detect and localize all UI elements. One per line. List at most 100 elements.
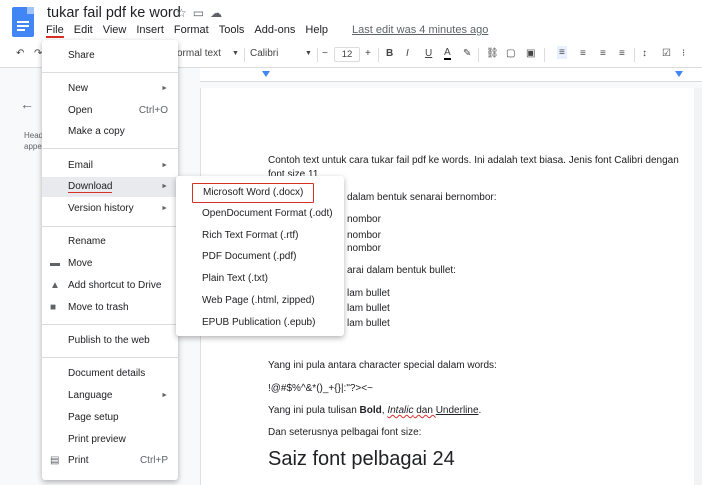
align-left-icon[interactable]: ≡ <box>557 46 567 59</box>
download-html[interactable]: Web Page (.html, zipped) <box>176 291 344 311</box>
menu-item-move[interactable]: ▬ Move <box>42 254 178 274</box>
menu-file[interactable]: File <box>46 24 64 38</box>
align-center-icon[interactable]: ≡ <box>580 48 586 59</box>
download-submenu: Microsoft Word (.docx) OpenDocument Form… <box>176 176 344 336</box>
last-edit-link[interactable]: Last edit was 4 minutes ago <box>352 24 488 38</box>
font-size-input[interactable]: 12 <box>334 47 360 62</box>
trash-icon: ■ <box>50 302 57 313</box>
submenu-arrow-icon: ► <box>161 392 168 399</box>
menu-item-publish[interactable]: Publish to the web <box>42 331 178 351</box>
checklist-icon[interactable]: ☑ <box>662 48 671 59</box>
toolbar-divider <box>544 48 545 62</box>
line-spacing-icon[interactable]: ↕ <box>642 48 647 59</box>
menu-divider <box>42 72 178 73</box>
left-indent-marker[interactable] <box>262 71 270 77</box>
menu-item-version-history[interactable]: Version history ► <box>42 199 178 219</box>
bold-text: Bold <box>359 405 382 416</box>
toolbar-divider <box>317 48 318 62</box>
horizontal-ruler[interactable] <box>200 68 702 82</box>
italic-button[interactable]: I <box>406 48 409 59</box>
undo-icon[interactable]: ↶ <box>16 48 24 59</box>
toolbar-divider <box>378 48 379 62</box>
outline-hint: Head appe <box>24 131 44 151</box>
star-icon[interactable]: ☆ <box>176 6 187 20</box>
numbered-item: nombor <box>347 214 381 225</box>
menu-insert[interactable]: Insert <box>136 24 164 38</box>
download-rtf[interactable]: Rich Text Format (.rtf) <box>176 226 344 246</box>
menu-item-language[interactable]: Language ► <box>42 386 178 406</box>
align-justify-icon[interactable]: ≡ <box>619 48 625 59</box>
image-icon[interactable]: ▣ <box>526 48 535 59</box>
download-pdf[interactable]: PDF Document (.pdf) <box>176 247 344 267</box>
menu-item-open[interactable]: Open Ctrl+O <box>42 101 178 121</box>
chevron-down-icon: ▼ <box>305 50 312 57</box>
menu-item-print-preview[interactable]: Print preview <box>42 430 178 450</box>
chevron-down-icon: ▼ <box>232 50 239 57</box>
menu-item-add-shortcut[interactable]: ▲ Add shortcut to Drive <box>42 276 178 296</box>
submenu-arrow-icon: ► <box>161 205 168 212</box>
download-epub[interactable]: EPUB Publication (.epub) <box>176 313 344 333</box>
link-icon[interactable]: ⛓ <box>486 48 499 59</box>
underline-button[interactable]: U <box>425 48 432 59</box>
menu-addons[interactable]: Add-ons <box>254 24 295 38</box>
folder-icon: ▬ <box>50 258 60 269</box>
menu-view[interactable]: View <box>103 24 127 38</box>
comment-icon[interactable]: ▢ <box>506 48 515 59</box>
move-folder-icon[interactable]: ▭ <box>193 6 204 20</box>
menu-format[interactable]: Format <box>174 24 209 38</box>
menu-tools[interactable]: Tools <box>219 24 245 38</box>
menu-item-email[interactable]: Email ► <box>42 156 178 176</box>
download-txt[interactable]: Plain Text (.txt) <box>176 269 344 289</box>
menu-bar: File Edit View Insert Format Tools Add-o… <box>46 24 488 38</box>
menu-item-share[interactable]: Share <box>42 46 178 66</box>
font-size-increase-button[interactable]: + <box>365 48 371 59</box>
special-characters: !@#$%^&*()_+{}|:"?><~ <box>268 383 373 394</box>
doc-paragraph: Contoh text untuk cara tukar fail pdf ke… <box>268 155 679 166</box>
bullet-item: lam bullet <box>347 288 390 299</box>
menu-item-new[interactable]: New ► <box>42 79 178 99</box>
italic-text: Intalic <box>387 405 414 416</box>
bold-button[interactable]: B <box>386 48 393 59</box>
menu-divider <box>42 357 178 358</box>
text-color-button[interactable]: A <box>444 48 451 60</box>
bulleted-list-icon[interactable]: ⁝ <box>682 48 685 59</box>
underlined-text: Underline <box>435 405 479 416</box>
download-odt[interactable]: OpenDocument Format (.odt) <box>176 204 344 224</box>
highlight-pen-icon[interactable]: ✎ <box>463 48 471 59</box>
menu-item-page-setup[interactable]: Page setup <box>42 408 178 428</box>
title-icons: ☆ ▭ ☁ <box>176 6 222 20</box>
file-menu: Share New ► Open Ctrl+O Make a copy Email ►… <box>42 40 178 480</box>
docs-logo-icon[interactable] <box>12 7 34 37</box>
menu-item-document-details[interactable]: Document details <box>42 364 178 384</box>
font-size-decrease-button[interactable]: − <box>322 48 328 59</box>
font-family-select[interactable]: Calibri <box>250 48 278 59</box>
right-indent-marker[interactable] <box>675 71 683 77</box>
cloud-status-icon[interactable]: ☁ <box>210 6 222 20</box>
menu-item-make-copy[interactable]: Make a copy <box>42 122 178 142</box>
app-header: tukar fail pdf ke word ☆ ▭ ☁ File Edit V… <box>0 0 702 42</box>
document-title[interactable]: tukar fail pdf ke word <box>47 5 181 21</box>
align-right-icon[interactable]: ≡ <box>600 48 606 59</box>
menu-item-move-trash[interactable]: ■ Move to trash <box>42 298 178 318</box>
doc-paragraph: dalam bentuk senarai bernombor: <box>347 192 497 203</box>
download-docx[interactable]: Microsoft Word (.docx) <box>192 183 314 203</box>
submenu-arrow-icon: ► <box>161 162 168 169</box>
toolbar-divider <box>634 48 635 62</box>
menu-item-download[interactable]: Download ► <box>42 177 178 197</box>
toolbar-divider <box>478 48 479 62</box>
bullet-item: lam bullet <box>347 318 390 329</box>
doc-paragraph: Yang ini pula antara character special d… <box>268 360 497 371</box>
doc-paragraph: Dan seterusnya pelbagai font size: <box>268 427 422 438</box>
numbered-item: nombor <box>347 230 381 241</box>
menu-item-rename[interactable]: Rename <box>42 232 178 252</box>
menu-edit[interactable]: Edit <box>74 24 93 38</box>
paragraph-style-select[interactable]: ormal text <box>177 48 221 59</box>
menu-help[interactable]: Help <box>305 24 328 38</box>
menu-divider <box>42 324 178 325</box>
toolbar-divider <box>244 48 245 62</box>
scrollbar[interactable] <box>694 88 702 485</box>
drive-icon: ▲ <box>50 280 60 291</box>
menu-item-print[interactable]: ▤ Print Ctrl+P <box>42 451 178 471</box>
back-arrow-icon[interactable]: ← <box>20 96 34 112</box>
menu-divider <box>42 226 178 227</box>
